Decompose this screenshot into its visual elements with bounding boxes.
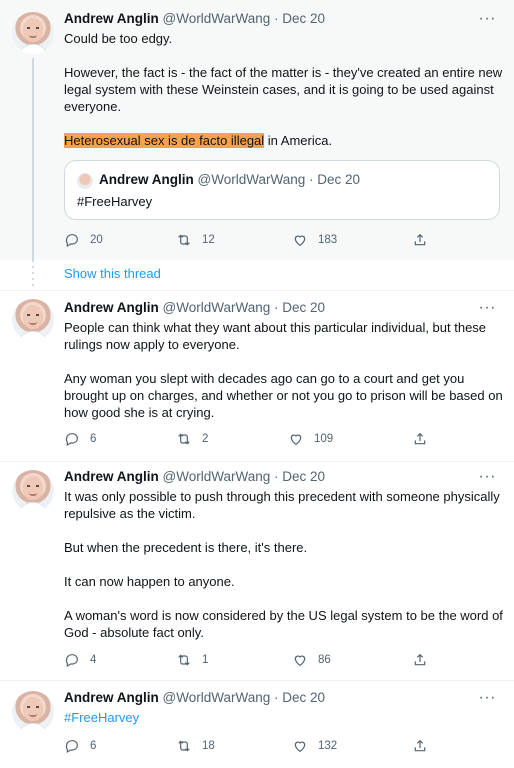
author-name[interactable]: Andrew Anglin xyxy=(64,469,159,484)
retweet-count: 2 xyxy=(202,433,209,445)
share-button[interactable] xyxy=(412,429,438,449)
reply-button[interactable]: 4 xyxy=(64,650,96,670)
reply-icon xyxy=(64,652,80,668)
tweet-1[interactable]: Andrew Anglin @WorldWarWang · Dec 20 ···… xyxy=(0,0,514,260)
author-handle-date[interactable]: @WorldWarWang · Dec 20 xyxy=(163,300,326,315)
tweet-header: Andrew Anglin @WorldWarWang · Dec 20 xyxy=(64,468,325,486)
like-button[interactable]: 183 xyxy=(292,230,337,250)
like-count: 132 xyxy=(318,740,338,752)
reply-count: 6 xyxy=(90,740,97,752)
like-count: 109 xyxy=(314,433,334,445)
retweet-icon xyxy=(176,232,192,248)
share-button[interactable] xyxy=(412,736,438,756)
retweet-count: 12 xyxy=(202,234,215,246)
reply-icon xyxy=(64,232,80,248)
share-icon xyxy=(412,232,428,248)
share-icon xyxy=(412,738,428,754)
avatar[interactable] xyxy=(12,470,54,512)
tweet-text: It was only possible to push through thi… xyxy=(64,488,504,641)
retweet-button[interactable]: 2 xyxy=(176,429,208,449)
tweet-header: Andrew Anglin @WorldWarWang · Dec 20 xyxy=(64,689,325,707)
reply-button[interactable]: 6 xyxy=(64,736,96,756)
retweet-icon xyxy=(176,652,192,668)
like-button[interactable]: 86 xyxy=(292,650,331,670)
reply-icon xyxy=(64,738,80,754)
tweet-paragraph: It was only possible to push through thi… xyxy=(64,489,500,521)
author-name[interactable]: Andrew Anglin xyxy=(64,690,159,705)
tweet-paragraph: Heterosexual sex is de facto illegal in … xyxy=(64,132,504,149)
author-handle-date[interactable]: @WorldWarWang · Dec 20 xyxy=(163,690,326,705)
retweet-button[interactable]: 1 xyxy=(176,650,208,670)
highlighted-text: Heterosexual sex is de facto illegal xyxy=(64,133,265,148)
retweet-icon xyxy=(176,738,192,754)
like-count: 183 xyxy=(318,234,338,246)
reply-count: 6 xyxy=(90,433,97,445)
heart-icon xyxy=(292,232,308,248)
tweet-text: Could be too edgy. However, the fact is … xyxy=(64,30,504,149)
tweet-actions: 6 18 132 xyxy=(64,736,444,756)
reply-button[interactable]: 6 xyxy=(64,429,96,449)
avatar[interactable] xyxy=(12,691,54,733)
share-button[interactable] xyxy=(412,230,438,250)
tweet-3[interactable]: Andrew Anglin @WorldWarWang · Dec 20 ···… xyxy=(0,462,514,680)
tweet-2[interactable]: Andrew Anglin @WorldWarWang · Dec 20 ···… xyxy=(0,291,514,461)
author-name[interactable]: Andrew Anglin xyxy=(64,11,159,26)
more-options-icon[interactable]: ··· xyxy=(479,11,496,27)
more-options-icon[interactable]: ··· xyxy=(479,469,496,485)
quoted-author-handle-date: @WorldWarWang · Dec 20 xyxy=(197,172,361,187)
avatar[interactable] xyxy=(12,299,54,341)
more-options-icon[interactable]: ··· xyxy=(479,300,496,316)
heart-icon xyxy=(292,738,308,754)
tweet-paragraph: A woman's word is now considered by the … xyxy=(64,608,503,640)
author-name[interactable]: Andrew Anglin xyxy=(64,300,159,315)
heart-icon xyxy=(292,652,308,668)
author-handle-date[interactable]: @WorldWarWang · Dec 20 xyxy=(163,11,326,26)
reply-icon xyxy=(64,431,80,447)
tweet-paragraph: People can think what they want about th… xyxy=(64,320,487,352)
share-icon xyxy=(412,652,428,668)
tweet-paragraph: Could be too edgy. xyxy=(64,31,173,46)
retweet-button[interactable]: 18 xyxy=(176,736,215,756)
quoted-tweet[interactable]: Andrew Anglin @WorldWarWang · Dec 20 #Fr… xyxy=(64,160,500,220)
retweet-count: 18 xyxy=(202,740,215,752)
heart-icon xyxy=(288,431,304,447)
tweet-4[interactable]: Andrew Anglin @WorldWarWang · Dec 20 ···… xyxy=(0,681,514,768)
tweet-actions: 6 2 109 xyxy=(64,429,444,449)
tweet-actions: 20 12 183 xyxy=(64,230,444,250)
tweet-header: Andrew Anglin @WorldWarWang · Dec 20 xyxy=(64,299,325,317)
tweet-paragraph: But when the precedent is there, it's th… xyxy=(64,540,308,555)
tweet-text: #FreeHarvey xyxy=(64,709,504,726)
more-options-icon[interactable]: ··· xyxy=(479,690,496,706)
thread-connector xyxy=(32,58,34,260)
like-button[interactable]: 132 xyxy=(292,736,337,756)
thread-dots xyxy=(32,260,34,286)
avatar[interactable] xyxy=(12,12,54,54)
share-button[interactable] xyxy=(412,650,438,670)
tweet-header: Andrew Anglin @WorldWarWang · Dec 20 xyxy=(64,10,325,28)
reply-count: 20 xyxy=(90,234,103,246)
reply-count: 4 xyxy=(90,654,97,666)
quoted-header: Andrew Anglin @WorldWarWang · Dec 20 xyxy=(99,171,360,189)
tweet-paragraph: However, the fact is - the fact of the m… xyxy=(64,65,503,114)
tweet-actions: 4 1 86 xyxy=(64,650,444,670)
retweet-icon xyxy=(176,431,192,447)
hashtag-link[interactable]: #FreeHarvey xyxy=(64,709,504,726)
tweet-paragraph: It can now happen to anyone. xyxy=(64,574,235,589)
quoted-avatar xyxy=(77,173,93,189)
retweet-button[interactable]: 12 xyxy=(176,230,215,250)
show-thread-link[interactable]: Show this thread xyxy=(64,265,161,282)
quoted-text: #FreeHarvey xyxy=(77,194,153,209)
quoted-author-name: Andrew Anglin xyxy=(99,172,194,187)
tweet-text-rest: in America. xyxy=(264,133,333,148)
tweet-text: People can think what they want about th… xyxy=(64,319,504,421)
share-icon xyxy=(412,431,428,447)
tweet-paragraph: Any woman you slept with decades ago can… xyxy=(64,371,503,420)
author-handle-date[interactable]: @WorldWarWang · Dec 20 xyxy=(163,469,326,484)
reply-button[interactable]: 20 xyxy=(64,230,103,250)
retweet-count: 1 xyxy=(202,654,209,666)
like-button[interactable]: 109 xyxy=(288,429,333,449)
like-count: 86 xyxy=(318,654,331,666)
